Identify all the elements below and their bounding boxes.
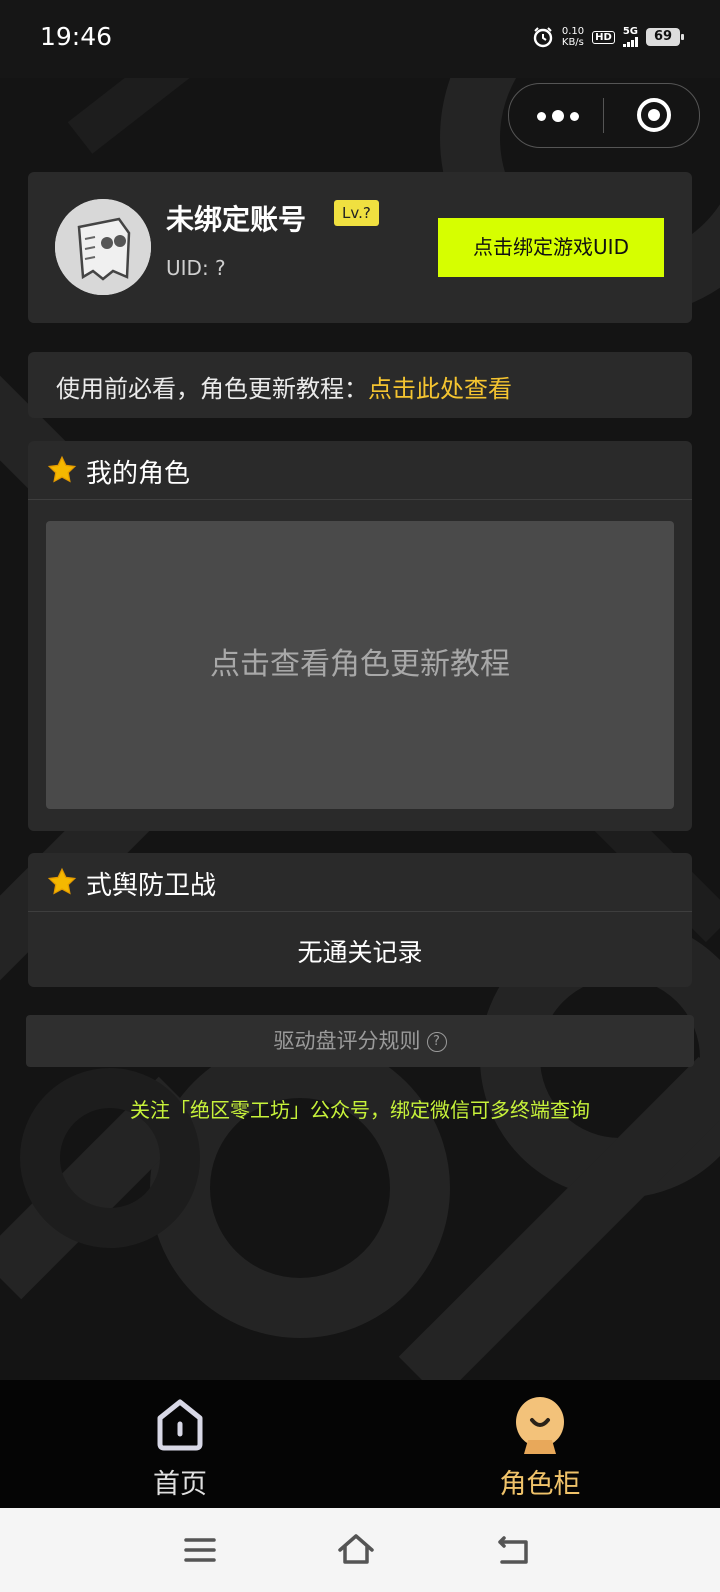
avatar xyxy=(55,199,151,295)
profile-card: 未绑定账号 Lv.? UID: ? 点击绑定游戏UID xyxy=(28,172,692,323)
my-roles-section: 我的角色 点击查看角色更新教程 xyxy=(28,441,692,831)
network-type: 5G xyxy=(622,26,638,37)
back-icon[interactable] xyxy=(492,1528,536,1572)
hd-badge: HD xyxy=(592,30,615,44)
account-name: 未绑定账号 xyxy=(166,203,307,236)
tutorial-link[interactable]: 点击此处查看 xyxy=(368,375,512,403)
system-navigation-bar xyxy=(0,1508,720,1592)
alarm-icon xyxy=(533,27,553,48)
section-header: 式舆防卫战 xyxy=(28,853,692,912)
role-tutorial-placeholder[interactable]: 点击查看角色更新教程 xyxy=(46,521,674,809)
tab-home[interactable]: 首页 xyxy=(0,1380,360,1508)
signal-bars-icon xyxy=(622,37,638,47)
rules-label: 驱动盘评分规则 xyxy=(273,1029,421,1053)
status-bar: 19:46 0.10 KB/s HD 5G 69 xyxy=(0,0,720,78)
section-title: 我的角色 xyxy=(86,459,191,489)
scoring-rules-button[interactable]: 驱动盘评分规则? xyxy=(26,1015,694,1067)
menu-icon[interactable] xyxy=(178,1528,222,1572)
section-title: 式舆防卫战 xyxy=(86,871,217,901)
star-icon xyxy=(47,455,77,483)
mini-program-capsule xyxy=(508,83,700,148)
network-speed: 0.10 KB/s xyxy=(562,26,584,48)
notice-text: 使用前必看，角色更新教程：点击此处查看 xyxy=(56,369,512,404)
level-badge: Lv.? xyxy=(334,200,379,226)
tab-bar: 首页 角色柜 xyxy=(0,1380,720,1508)
bind-uid-button[interactable]: 点击绑定游戏UID xyxy=(438,218,664,277)
section-header: 我的角色 xyxy=(28,441,692,500)
empty-record-text: 无通关记录 xyxy=(297,938,423,967)
home-icon xyxy=(157,1399,203,1451)
character-icon xyxy=(516,1397,564,1454)
help-icon: ? xyxy=(426,1032,447,1052)
uid-text: UID: ? xyxy=(166,256,226,280)
speed-value: 0.10 xyxy=(561,26,585,37)
follow-hint: 关注「绝区零工坊」公众号，绑定微信可多终端查询 xyxy=(130,1098,590,1122)
defense-section: 式舆防卫战 无通关记录 xyxy=(28,853,692,987)
more-options-icon[interactable] xyxy=(537,106,587,126)
status-time: 19:46 xyxy=(40,22,113,51)
status-icons: 0.10 KB/s HD 5G 69 xyxy=(532,26,684,48)
capsule-divider xyxy=(603,98,604,133)
battery-icon: 69 xyxy=(646,28,684,46)
notice-bar: 使用前必看，角色更新教程：点击此处查看 xyxy=(28,352,692,418)
close-miniprogram-icon[interactable] xyxy=(637,98,671,132)
star-icon xyxy=(47,867,77,895)
signal-indicator: 5G xyxy=(622,26,638,47)
notice-prefix: 使用前必看，角色更新教程： xyxy=(56,375,368,403)
home-nav-icon[interactable] xyxy=(334,1528,378,1572)
tab-label: 首页 xyxy=(153,1469,207,1500)
tab-character-cabinet[interactable]: 角色柜 xyxy=(360,1380,720,1508)
tab-label: 角色柜 xyxy=(499,1469,581,1500)
speed-unit: KB/s xyxy=(561,37,584,48)
